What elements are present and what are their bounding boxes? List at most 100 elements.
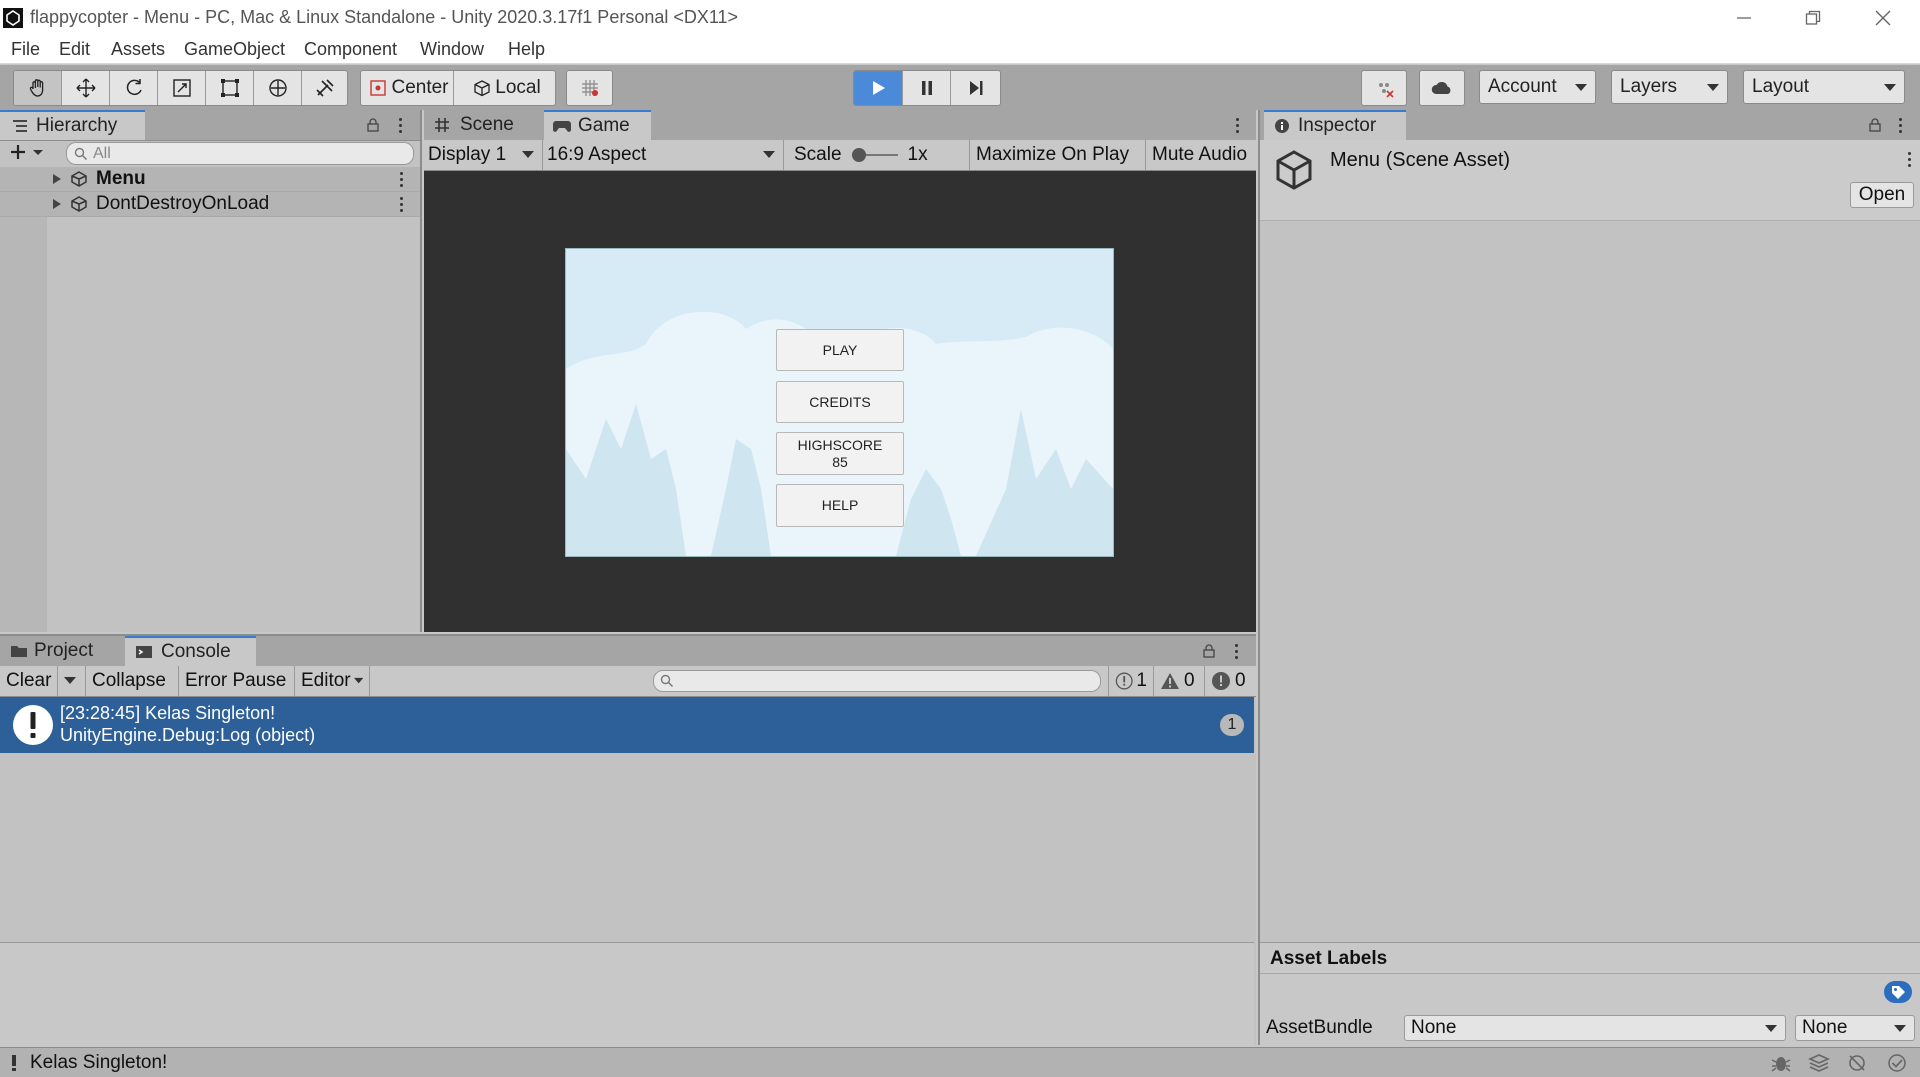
restore-button[interactable]: [1778, 0, 1848, 36]
game-play-label: PLAY: [822, 341, 858, 358]
menu-assets[interactable]: Assets: [111, 39, 165, 60]
minimize-button[interactable]: [1709, 0, 1779, 36]
assetbundle-variant-value: None: [1802, 1017, 1848, 1038]
plus-icon: [11, 145, 43, 159]
layout-dropdown[interactable]: Layout: [1743, 70, 1905, 104]
panel-menu-icon[interactable]: [1899, 118, 1903, 136]
debug-bug-icon[interactable]: [1770, 1053, 1792, 1073]
space-label: Local: [495, 77, 541, 98]
game-screen[interactable]: PLAY CREDITS HIGHSCORE 85 HELP: [565, 248, 1114, 557]
error-pause-toggle[interactable]: Error Pause: [179, 666, 295, 696]
error-filter-toggle[interactable]: 0: [1205, 666, 1256, 696]
console-detail-area[interactable]: [0, 942, 1254, 1048]
rotate-tool-button[interactable]: [110, 71, 158, 105]
account-dropdown[interactable]: Account: [1479, 70, 1596, 104]
inspector-tab-label: Inspector: [1298, 115, 1377, 136]
search-icon: [74, 147, 88, 161]
tab-scene[interactable]: Scene: [424, 110, 542, 140]
log-message: [23:28:45] Kelas Singleton!: [60, 703, 276, 723]
assetbundle-variant-dropdown[interactable]: None: [1795, 1015, 1915, 1041]
collab-button[interactable]: [1362, 71, 1406, 105]
scale-tool-button[interactable]: [158, 71, 206, 105]
play-button[interactable]: [854, 71, 903, 105]
panel-menu-icon[interactable]: [399, 118, 403, 136]
menu-edit[interactable]: Edit: [59, 39, 90, 60]
rect-tool-button[interactable]: [206, 71, 254, 105]
layers-dropdown[interactable]: Layers: [1611, 70, 1728, 104]
menu-component[interactable]: Component: [304, 39, 397, 60]
item-menu-icon[interactable]: [400, 172, 404, 190]
panel-menu-icon[interactable]: [1235, 644, 1239, 662]
hierarchy-item-dontdestroyonload[interactable]: DontDestroyOnLoad: [0, 192, 420, 217]
mute-audio-toggle[interactable]: Mute Audio: [1145, 140, 1256, 170]
clear-button[interactable]: Clear: [0, 666, 58, 696]
asset-menu-icon[interactable]: [1908, 152, 1912, 170]
step-icon: [969, 81, 982, 95]
clear-options-dropdown[interactable]: [58, 666, 86, 696]
display-dropdown[interactable]: Display 1: [424, 140, 543, 170]
game-help-button[interactable]: HELP: [776, 484, 904, 527]
custom-tool-button[interactable]: [302, 71, 347, 105]
grid-snap-button[interactable]: [567, 71, 612, 105]
tab-console[interactable]: Console: [125, 636, 256, 666]
asset-label-tag-button[interactable]: [1884, 981, 1912, 1003]
menu-file[interactable]: File: [11, 39, 40, 60]
open-button[interactable]: Open: [1850, 182, 1914, 208]
hierarchy-panel: Hierarchy All Menu DontDestroyOnLoad: [0, 110, 422, 632]
hand-tool-button[interactable]: [14, 71, 62, 105]
chevron-down-icon: [1894, 1025, 1906, 1032]
close-button[interactable]: [1848, 0, 1918, 36]
panel-menu-icon[interactable]: [1236, 118, 1240, 136]
hierarchy-search-input[interactable]: All: [66, 142, 414, 165]
editor-dropdown[interactable]: Editor: [295, 666, 370, 696]
step-button[interactable]: [951, 71, 1000, 105]
log-occurrence-count: 1: [1227, 716, 1237, 733]
maximize-on-play-toggle[interactable]: Maximize On Play: [969, 140, 1145, 170]
menu-help[interactable]: Help: [508, 39, 545, 60]
warning-filter-toggle[interactable]: 0: [1154, 666, 1205, 696]
check-status-icon[interactable]: [1886, 1053, 1908, 1073]
collapse-toggle[interactable]: Collapse: [86, 666, 179, 696]
pivot-center-toggle[interactable]: Center: [361, 71, 454, 105]
aspect-dropdown[interactable]: 16:9 Aspect: [543, 140, 784, 170]
assetbundle-label: AssetBundle: [1266, 1017, 1373, 1038]
scale-slider[interactable]: [851, 147, 898, 163]
progress-layers-icon[interactable]: [1808, 1053, 1830, 1073]
hierarchy-gutter: [0, 170, 47, 632]
space-local-toggle[interactable]: Local: [454, 71, 555, 105]
lock-icon[interactable]: [1203, 644, 1215, 658]
tab-game[interactable]: Game: [544, 110, 651, 140]
cloud-services-button[interactable]: [1420, 71, 1464, 105]
error-icon: [1212, 672, 1230, 690]
scale-value: 1x: [907, 144, 928, 165]
status-bar: Kelas Singleton!: [0, 1047, 1920, 1077]
assetbundle-dropdown[interactable]: None: [1404, 1015, 1786, 1041]
tab-inspector[interactable]: Inspector: [1264, 110, 1406, 140]
tag-icon: [1892, 986, 1905, 999]
hierarchy-item-menu[interactable]: Menu: [0, 167, 420, 192]
asset-labels-section: Asset Labels AssetBundle None None: [1260, 942, 1920, 1046]
play-icon: [873, 81, 885, 95]
transform-tool-button[interactable]: [254, 71, 302, 105]
move-tool-button[interactable]: [62, 71, 110, 105]
game-credits-button[interactable]: CREDITS: [776, 381, 904, 423]
cloud-group: [1419, 70, 1465, 106]
tab-project[interactable]: Project: [0, 636, 125, 666]
menu-window[interactable]: Window: [420, 39, 484, 60]
item-menu-icon[interactable]: [400, 197, 404, 215]
game-highscore-button[interactable]: HIGHSCORE 85: [776, 432, 904, 475]
lock-icon[interactable]: [1869, 118, 1881, 132]
lighting-icon[interactable]: [1846, 1053, 1868, 1073]
scale-slider-thumb[interactable]: [851, 148, 866, 162]
console-log-entry[interactable]: [23:28:45] Kelas Singleton! UnityEngine.…: [0, 697, 1254, 753]
menu-gameobject[interactable]: GameObject: [184, 39, 285, 60]
game-play-button[interactable]: PLAY: [776, 329, 904, 371]
tab-hierarchy[interactable]: Hierarchy: [0, 110, 145, 140]
console-search-input[interactable]: [653, 670, 1101, 692]
log-count: 1: [1136, 670, 1147, 691]
create-add-button[interactable]: [9, 143, 43, 161]
pause-button[interactable]: [903, 71, 951, 105]
status-message[interactable]: Kelas Singleton!: [30, 1052, 167, 1074]
lock-icon[interactable]: [367, 118, 379, 132]
log-filter-toggle[interactable]: 1: [1108, 666, 1154, 696]
